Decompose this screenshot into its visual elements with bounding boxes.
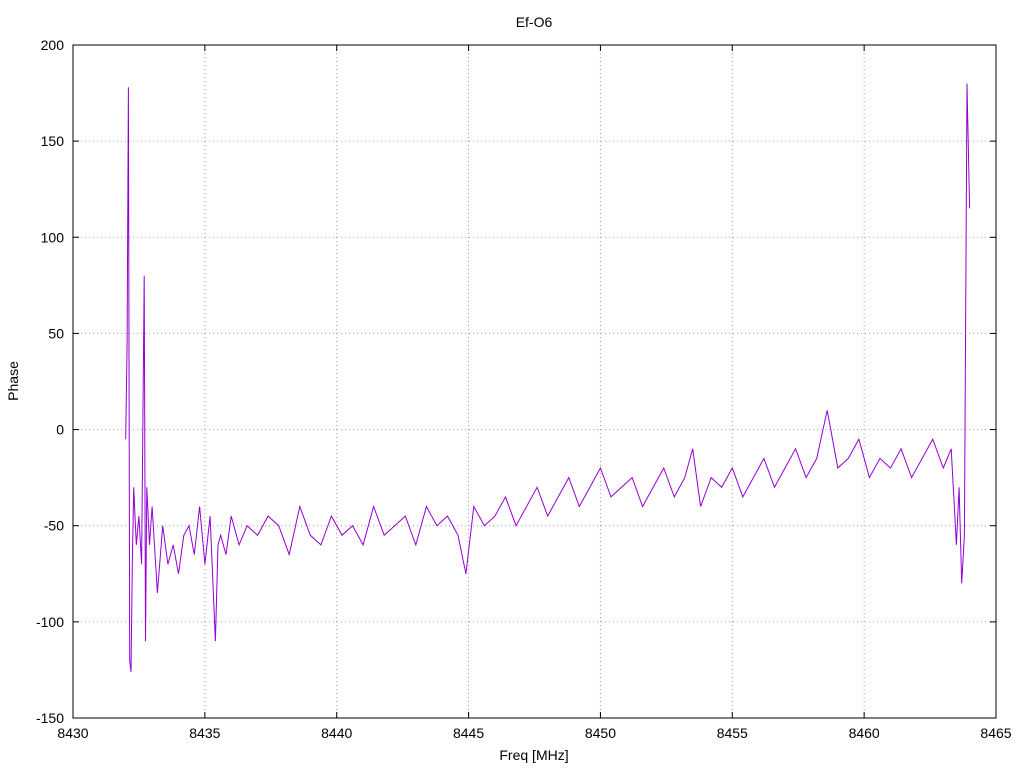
phase-series-line <box>125 83 971 672</box>
phase-chart: Ef-O6 8430 8435 8440 8445 8450 8455 8460 8465 -… <box>5 14 1012 763</box>
x-axis-title: Freq [MHz] <box>499 747 568 763</box>
y-tick-label: -50 <box>44 518 64 534</box>
grid <box>73 45 996 718</box>
y-axis-title: Phase <box>5 361 21 401</box>
y-tick-label: 150 <box>41 133 65 149</box>
series-layer <box>125 83 971 672</box>
x-tick-label: 8450 <box>585 725 616 741</box>
x-tick-label: 8445 <box>453 725 484 741</box>
y-tick-label: 0 <box>56 422 64 438</box>
chart-title: Ef-O6 <box>516 14 553 30</box>
x-tick-label: 8440 <box>321 725 352 741</box>
x-tick-label: 8435 <box>189 725 220 741</box>
y-tick-labels: -150 -100 -50 0 50 100 150 200 <box>36 37 64 726</box>
y-tick-label: 200 <box>41 37 65 53</box>
x-tick-label: 8430 <box>57 725 88 741</box>
y-tick-label: 100 <box>41 229 65 245</box>
y-tick-label: 50 <box>48 325 64 341</box>
tick-marks <box>72 44 997 719</box>
x-tick-labels: 8430 8435 8440 8445 8450 8455 8460 8465 <box>57 725 1011 741</box>
x-tick-label: 8465 <box>980 725 1011 741</box>
x-tick-label: 8455 <box>717 725 748 741</box>
y-tick-label: -100 <box>36 614 64 630</box>
y-tick-label: -150 <box>36 710 64 726</box>
x-tick-label: 8460 <box>849 725 880 741</box>
plot-frame <box>72 44 997 719</box>
